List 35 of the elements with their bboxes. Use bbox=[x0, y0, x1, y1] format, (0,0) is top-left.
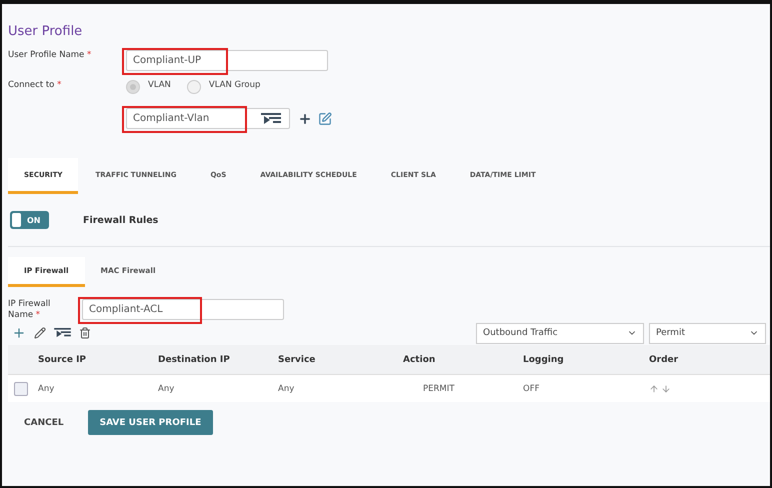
edit-icon[interactable] bbox=[318, 112, 332, 126]
move-down-icon[interactable] bbox=[661, 384, 671, 394]
list-icon[interactable] bbox=[54, 328, 71, 338]
table-cell-text: Any bbox=[278, 384, 296, 394]
field-label: IP Firewall Name * bbox=[8, 299, 52, 322]
page-title: User Profile bbox=[7, 23, 84, 41]
column-header: Action bbox=[403, 354, 436, 364]
table-cell-text: OFF bbox=[523, 384, 540, 394]
toggle-switch[interactable]: ON bbox=[10, 211, 49, 229]
field-label: User Profile Name * bbox=[8, 50, 92, 62]
edit-icon[interactable] bbox=[34, 327, 46, 339]
column-header: Order bbox=[649, 354, 680, 364]
section-title: Firewall Rules bbox=[83, 214, 158, 226]
radio-button[interactable] bbox=[126, 80, 140, 94]
dropdown[interactable]: Permit bbox=[649, 322, 766, 344]
column-header: Destination IP bbox=[158, 354, 231, 364]
radio-button[interactable] bbox=[186, 80, 201, 94]
save-button[interactable]: SAVE USER PROFILE bbox=[88, 410, 214, 435]
cancel-button[interactable]: CANCEL bbox=[24, 418, 64, 428]
delete-icon[interactable] bbox=[79, 327, 91, 339]
column-header: Logging bbox=[523, 354, 565, 364]
list-icon bbox=[261, 112, 281, 124]
checkbox[interactable] bbox=[14, 382, 28, 396]
radio-label: VLAN Group bbox=[208, 80, 260, 90]
add-icon[interactable] bbox=[298, 112, 312, 126]
table-cell-text: Any bbox=[38, 384, 56, 394]
column-header: Service bbox=[278, 354, 316, 364]
table-cell-text: PERMIT bbox=[422, 384, 456, 394]
move-up-icon[interactable] bbox=[649, 384, 659, 394]
table-cell-text: Any bbox=[158, 384, 176, 394]
column-header: Source IP bbox=[38, 354, 88, 364]
dropdown[interactable]: Outbound Traffic bbox=[476, 322, 644, 344]
add-icon[interactable] bbox=[12, 326, 26, 340]
field-label: Connect to * bbox=[8, 80, 62, 92]
radio-label: VLAN bbox=[148, 80, 171, 90]
